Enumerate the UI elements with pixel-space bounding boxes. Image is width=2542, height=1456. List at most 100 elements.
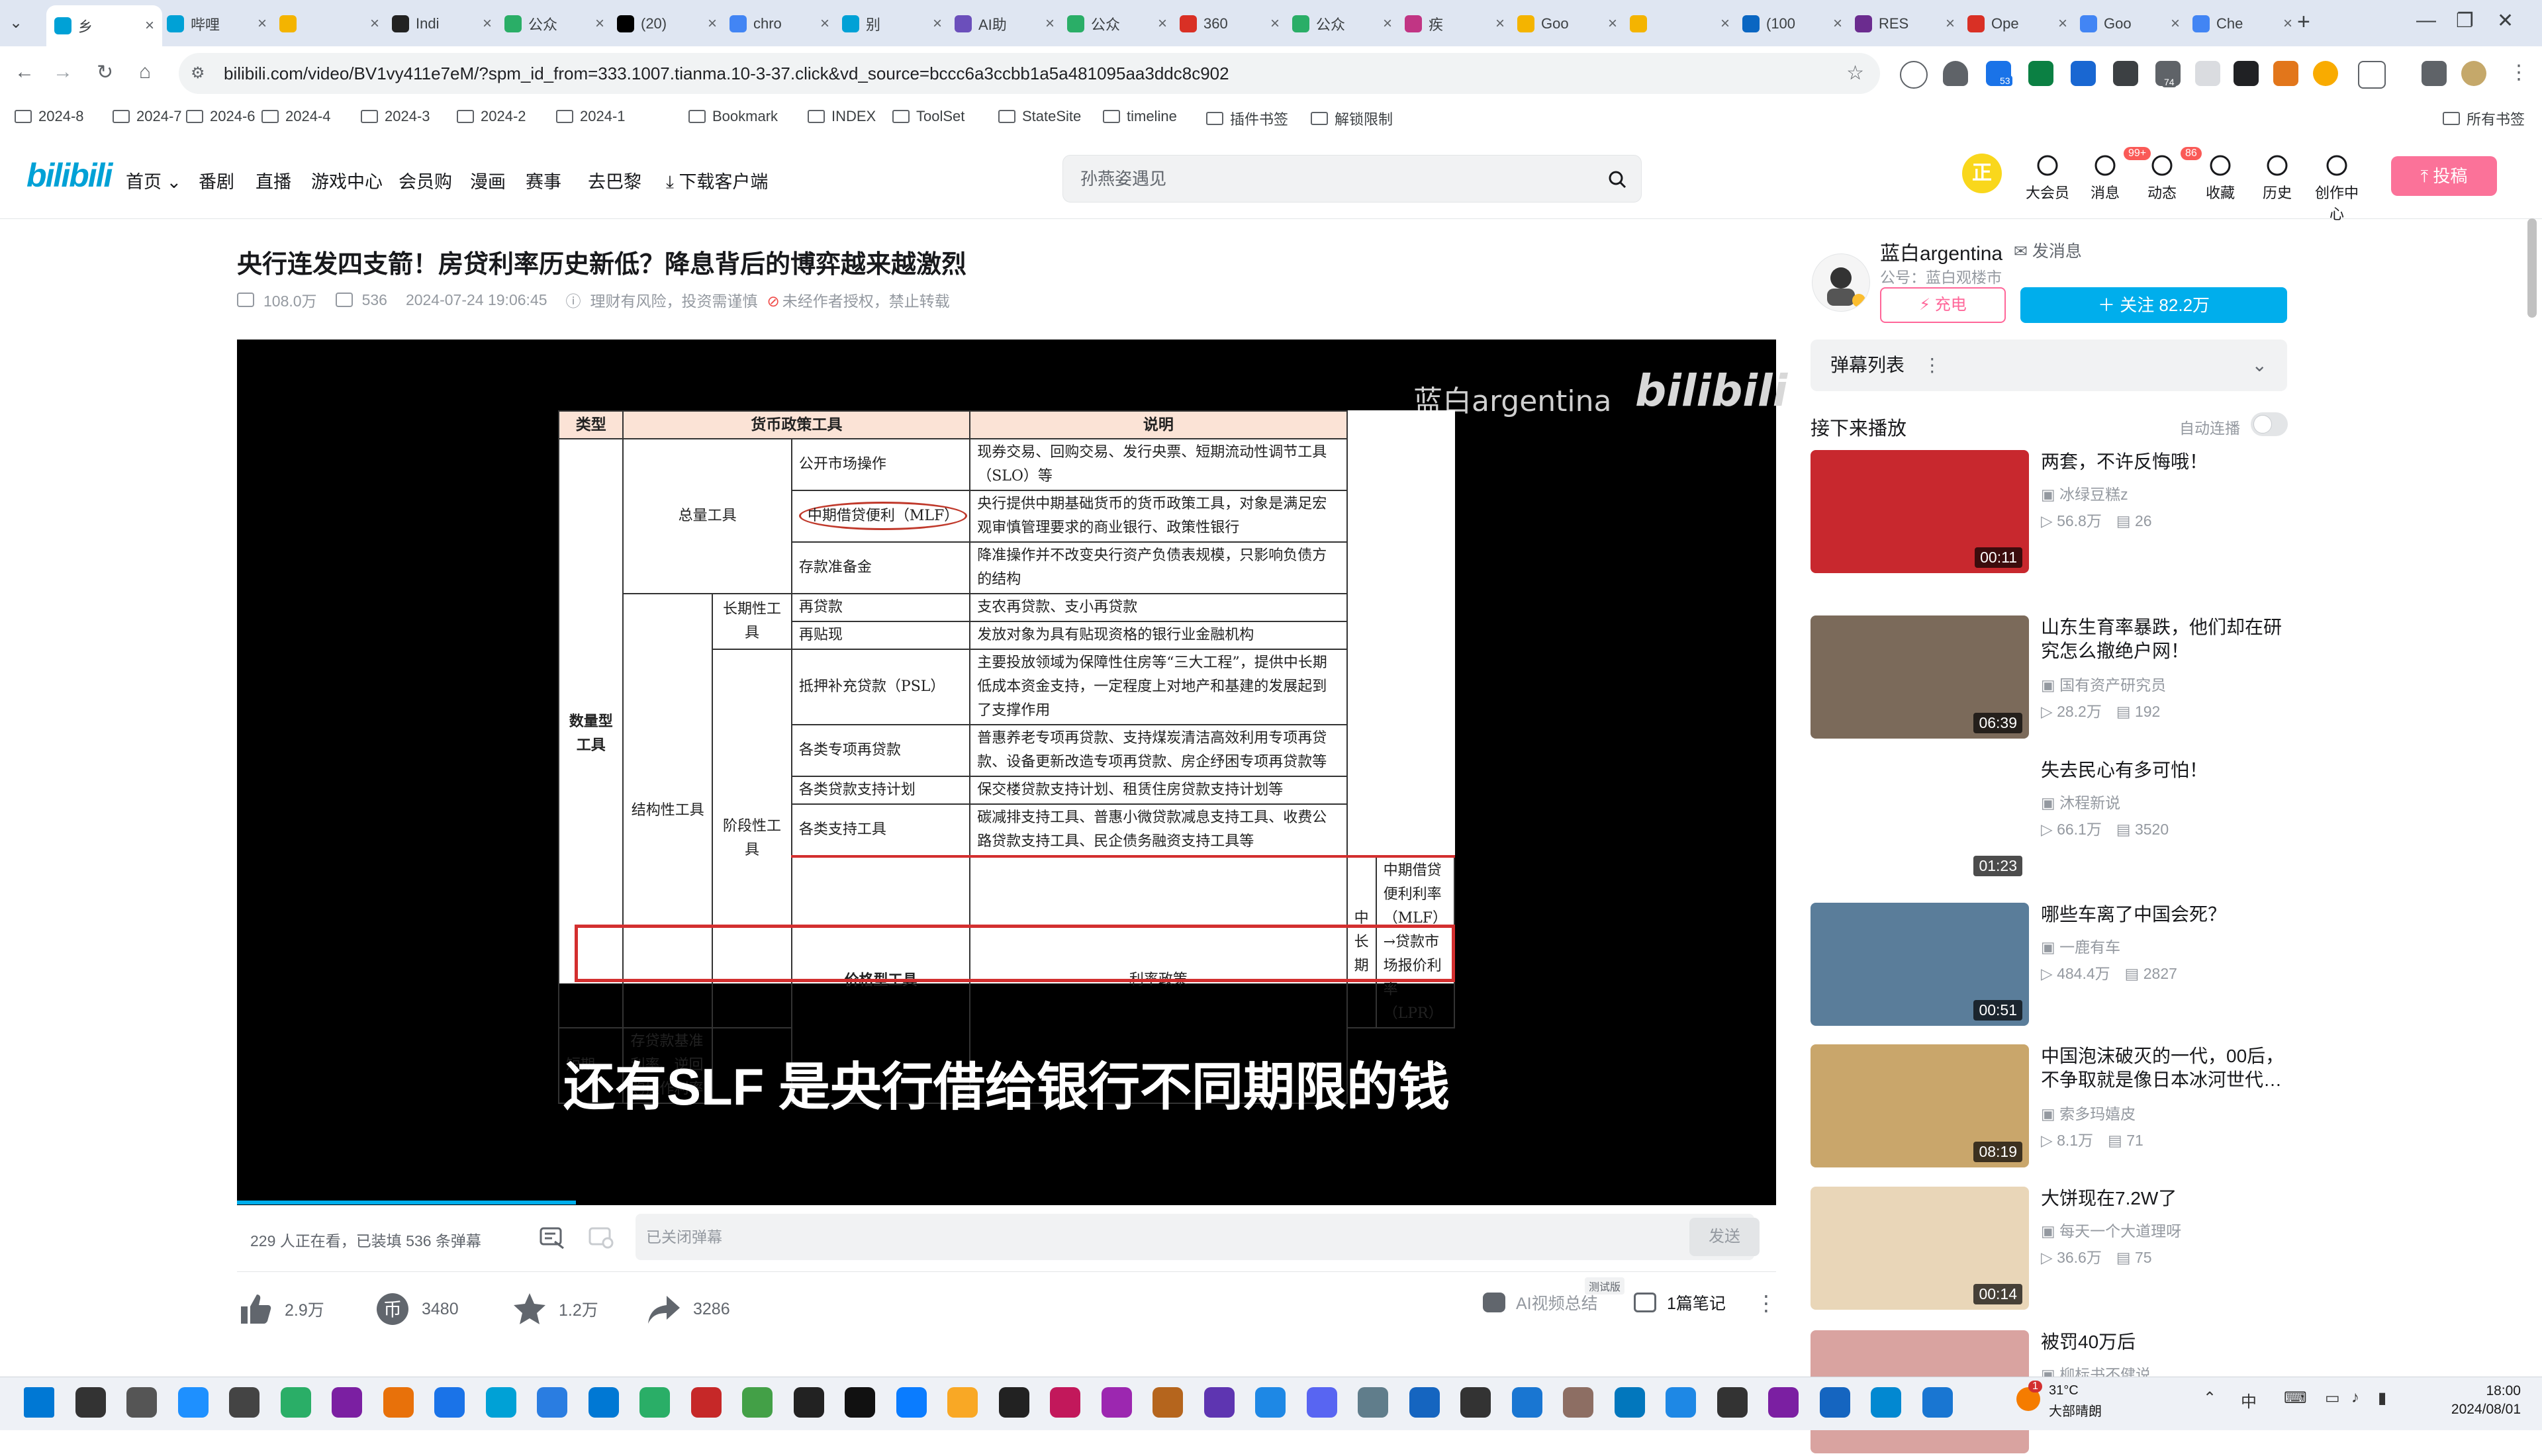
uploader-avatar[interactable]: [1812, 253, 1870, 312]
taskbar-app-icon[interactable]: [845, 1387, 875, 1418]
video-title-link[interactable]: 山东生育率暴跌，他们却在研究怎么撤绝户网！: [2041, 615, 2287, 663]
header-dynamic-button[interactable]: 86 动态: [2136, 147, 2202, 203]
more-icon[interactable]: ⋮: [1756, 1291, 1777, 1316]
extensions-puzzle-icon[interactable]: [2358, 61, 2386, 89]
share-button[interactable]: 3286: [645, 1291, 730, 1328]
search-icon[interactable]: [1608, 170, 1626, 189]
tab-close-icon[interactable]: ×: [1158, 15, 1167, 33]
tab-close-icon[interactable]: ×: [1045, 15, 1055, 33]
header-vip-button[interactable]: 大会员: [2021, 154, 2074, 203]
up-name-link[interactable]: 沐程新说: [2059, 794, 2120, 811]
nav-item[interactable]: 游戏中心: [311, 167, 383, 193]
browser-tab[interactable]: Ope ×: [1959, 7, 2075, 41]
browser-tab[interactable]: 公众 ×: [496, 7, 612, 41]
recommendation-card[interactable]: 06:39 山东生育率暴跌，他们却在研究怎么撤绝户网！ ▣ 国有资产研究员 ▷ 28.…: [1811, 615, 2287, 741]
extension-icon-3[interactable]: [2071, 61, 2096, 86]
taskbar-app-icon[interactable]: [1768, 1387, 1799, 1418]
extension-icon-5[interactable]: 74: [2155, 61, 2181, 87]
browser-tab[interactable]: Che ×: [2185, 7, 2300, 41]
header-creator-button[interactable]: 创作中心: [2310, 154, 2363, 224]
tab-close-icon[interactable]: ×: [1495, 15, 1505, 33]
minimize-button[interactable]: —: [2416, 9, 2436, 32]
tab-close-icon[interactable]: ×: [1833, 15, 1842, 33]
forward-icon[interactable]: →: [53, 61, 73, 83]
user-avatar[interactable]: 正: [1962, 154, 2002, 193]
chevron-down-icon[interactable]: ⌄: [2252, 340, 2267, 391]
tab-close-icon[interactable]: ×: [483, 15, 492, 33]
danmaku-settings-icon[interactable]: [588, 1224, 614, 1251]
kebab-icon[interactable]: ⋮: [1923, 355, 1942, 375]
all-bookmarks[interactable]: 所有书签: [2443, 108, 2525, 129]
video-title-link[interactable]: 两套，不许反悔哦！: [2041, 450, 2287, 474]
taskbar-app-icon[interactable]: [1563, 1387, 1593, 1418]
up-name-link[interactable]: 冰绿豆糕z: [2059, 486, 2128, 503]
start-menu-icon[interactable]: [24, 1387, 54, 1418]
tab-close-icon[interactable]: ×: [1946, 15, 1955, 33]
back-icon[interactable]: ←: [15, 61, 34, 83]
taskbar-app-icon[interactable]: [280, 1387, 311, 1418]
browser-tab[interactable]: 360 ×: [1172, 7, 1288, 41]
battery-icon[interactable]: ▮: [2378, 1388, 2386, 1408]
nav-item[interactable]: 直播: [256, 167, 291, 193]
tray-chevron-icon[interactable]: ⌃: [2203, 1388, 2216, 1408]
autoplay-toggle[interactable]: [2251, 412, 2288, 436]
ime-icon[interactable]: 中: [2241, 1388, 2257, 1412]
browser-tab[interactable]: AI助 ×: [947, 7, 1062, 41]
bookmark-item[interactable]: 2024-8: [15, 108, 84, 125]
taskbar-app-icon[interactable]: [1409, 1387, 1440, 1418]
tab-close-icon[interactable]: ×: [933, 15, 942, 33]
browser-tab[interactable]: chro ×: [722, 7, 837, 41]
bookmark-item[interactable]: 2024-2: [457, 108, 526, 125]
browser-tab[interactable]: 公众 ×: [1059, 7, 1175, 41]
bookmark-item[interactable]: 2024-7: [113, 108, 182, 125]
danmaku-input[interactable]: 已关闭弹幕: [636, 1214, 1754, 1260]
up-name-link[interactable]: 每天一个大道理呀: [2059, 1222, 2181, 1240]
taskbar-app-icon[interactable]: [639, 1387, 670, 1418]
taskbar-app-icon[interactable]: [1871, 1387, 1901, 1418]
nav-item[interactable]: 漫画: [470, 167, 506, 193]
metamask-icon[interactable]: [2273, 61, 2298, 86]
taskbar-app-icon[interactable]: [1306, 1387, 1337, 1418]
bookmark-item[interactable]: 解锁限制: [1311, 108, 1393, 129]
profile-avatar[interactable]: [2461, 61, 2486, 86]
tab-list-dropdown-icon[interactable]: ⌄: [9, 13, 23, 32]
bookmark-item[interactable]: 插件书签: [1206, 108, 1288, 129]
send-danmaku-button[interactable]: 发送: [1689, 1218, 1760, 1256]
upload-button[interactable]: ⤒ 投稿: [2391, 156, 2497, 196]
browser-menu-icon[interactable]: ⋮: [2509, 61, 2529, 84]
bilibili-logo[interactable]: bilibili: [26, 156, 113, 195]
extension-icon-6[interactable]: [2195, 61, 2220, 86]
taskbar-app-icon[interactable]: [1666, 1387, 1696, 1418]
taskbar-app-icon[interactable]: [1255, 1387, 1286, 1418]
bookmark-item[interactable]: 2024-6: [186, 108, 256, 125]
player-progress-bar[interactable]: [237, 1201, 576, 1205]
follow-button[interactable]: ＋ 关注 82.2万: [2020, 287, 2287, 323]
bookmark-item[interactable]: ToolSet: [892, 108, 965, 125]
tab-close-icon[interactable]: ×: [595, 15, 604, 33]
search-icon[interactable]: [75, 1387, 106, 1418]
send-message-link[interactable]: ✉ 发消息: [2014, 238, 2082, 262]
tab-close-icon[interactable]: ×: [2171, 15, 2180, 33]
taskbar-app-icon[interactable]: [537, 1387, 567, 1418]
taskbar-app-icon[interactable]: [1717, 1387, 1748, 1418]
extension-icon-2[interactable]: [2028, 61, 2053, 86]
nav-item[interactable]: 首页 ⌄: [126, 167, 181, 193]
header-history-button[interactable]: 历史: [2251, 154, 2304, 203]
bookmark-item[interactable]: Bookmark: [688, 108, 778, 125]
browser-tab[interactable]: ×: [271, 7, 387, 41]
recommendation-card[interactable]: 00:11 两套，不许反悔哦！ ▣ 冰绿豆糕z ▷ 56.8万 ▤ 26: [1811, 450, 2287, 576]
browser-tab[interactable]: 别 ×: [834, 7, 950, 41]
tab-close-icon[interactable]: ×: [370, 15, 379, 33]
tab-close-icon[interactable]: ×: [1720, 15, 1730, 33]
tab-close-icon[interactable]: ×: [1383, 15, 1392, 33]
address-bar[interactable]: ⚙ bilibili.com/video/BV1vy411e7eM/?spm_i…: [179, 53, 1880, 94]
browser-tab[interactable]: Goo ×: [2072, 7, 2188, 41]
taskbar-app-icon[interactable]: [332, 1387, 362, 1418]
browser-tab[interactable]: Indi ×: [384, 7, 500, 41]
up-name-link[interactable]: 国有资产研究员: [2059, 676, 2166, 694]
danmaku-list-panel[interactable]: 弹幕列表 ⋮ ⌄: [1811, 340, 2287, 391]
video-thumbnail[interactable]: 08:19: [1811, 1044, 2029, 1167]
browser-tab[interactable]: Goo ×: [1509, 7, 1625, 41]
danmaku-toggle-icon[interactable]: [539, 1224, 565, 1251]
header-favorite-button[interactable]: 收藏: [2194, 154, 2247, 203]
